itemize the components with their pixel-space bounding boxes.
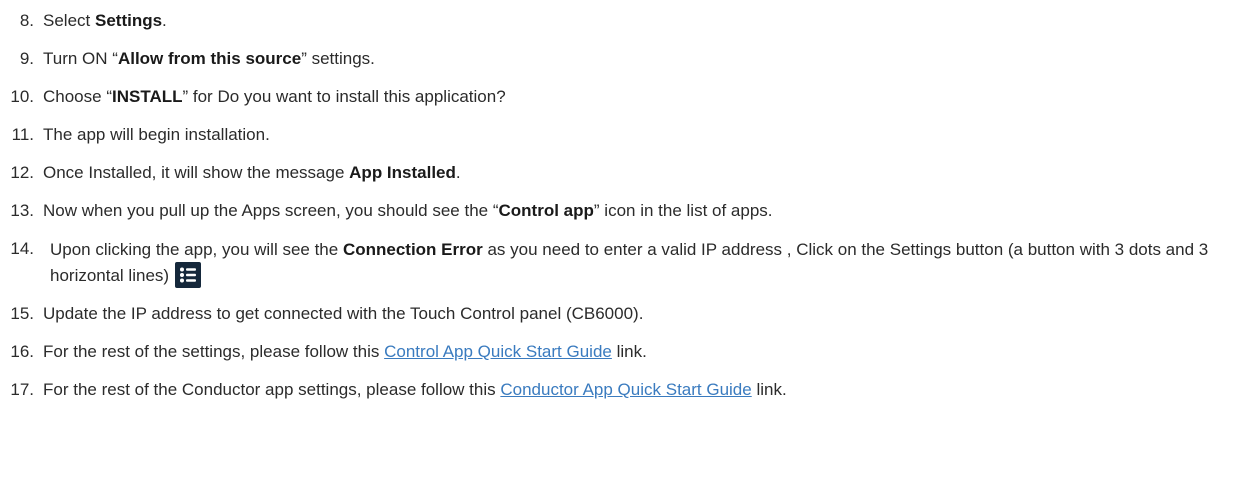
step-text: Now when you pull up the Apps screen, yo… [43, 199, 773, 223]
step-text: For the rest of the settings, please fol… [43, 340, 647, 364]
step-number: 17. [10, 380, 34, 399]
step-text-plain: Choose “ [43, 87, 112, 106]
step-text-plain: link. [611, 342, 647, 361]
step-text-plain: . [162, 11, 167, 30]
step-number: 16. [10, 342, 34, 361]
step-text: Update the IP address to get connected w… [43, 304, 644, 323]
step-text-bold: Allow from this source [117, 49, 302, 68]
step-text: Upon clicking the app, you will see the … [50, 237, 1245, 290]
step-text-plain: Now when you pull up the Apps screen, yo… [43, 201, 499, 220]
step-text: Select Settings. [43, 9, 167, 33]
step-number: 11. [11, 125, 34, 144]
step-text-plain: . [455, 163, 461, 182]
step-number: 13. [10, 201, 34, 220]
step-number: 15. [10, 304, 34, 323]
step-text-bold: INSTALL [111, 87, 183, 106]
step-text: Once Installed, it will show the message… [43, 161, 461, 185]
list-settings-icon [175, 261, 202, 288]
step-text-plain: link. [751, 380, 787, 399]
step-text-plain: Select [43, 11, 95, 30]
step-text-plain: Turn ON “ [43, 49, 118, 68]
step-text-plain: ” settings. [301, 49, 375, 68]
step-text-bold: Settings [94, 11, 163, 30]
list-item-step-14: 14. Upon clicking the app, you will see … [0, 237, 1240, 293]
step-text: The app will begin installation. [43, 125, 270, 144]
control-app-guide-link[interactable]: Control App Quick Start Guide [384, 342, 612, 361]
step-text-bold: Control app [498, 201, 594, 220]
instruction-list: 8. Select Settings. 9. Turn ON “Allow fr… [0, 0, 1252, 486]
step-text-plain: Once Installed, it will show the message [43, 163, 350, 182]
step-number: 10. [10, 87, 34, 106]
step-text-bold: App Installed [349, 163, 456, 182]
step-text-plain: ” icon in the list of apps. [593, 201, 773, 220]
step-text-plain: ” for Do you want to install this applic… [182, 87, 506, 106]
step-text-bold: Connection Error [342, 240, 483, 259]
step-number: 8. [19, 11, 34, 30]
step-text-plain: For the rest of the settings, please fol… [43, 342, 385, 361]
step-text: Choose “INSTALL” for Do you want to inst… [43, 85, 506, 109]
step-text: For the rest of the Conductor app settin… [43, 378, 787, 402]
conductor-app-guide-link[interactable]: Conductor App Quick Start Guide [500, 380, 751, 399]
step-text-plain: For the rest of the Conductor app settin… [43, 380, 501, 399]
step-number: 12. [10, 163, 34, 182]
step-number: 14. [10, 239, 34, 258]
step-text: Turn ON “Allow from this source” setting… [43, 47, 375, 71]
step-text-plain: Upon clicking the app, you will see the [50, 240, 343, 259]
step-number: 9. [19, 49, 34, 68]
